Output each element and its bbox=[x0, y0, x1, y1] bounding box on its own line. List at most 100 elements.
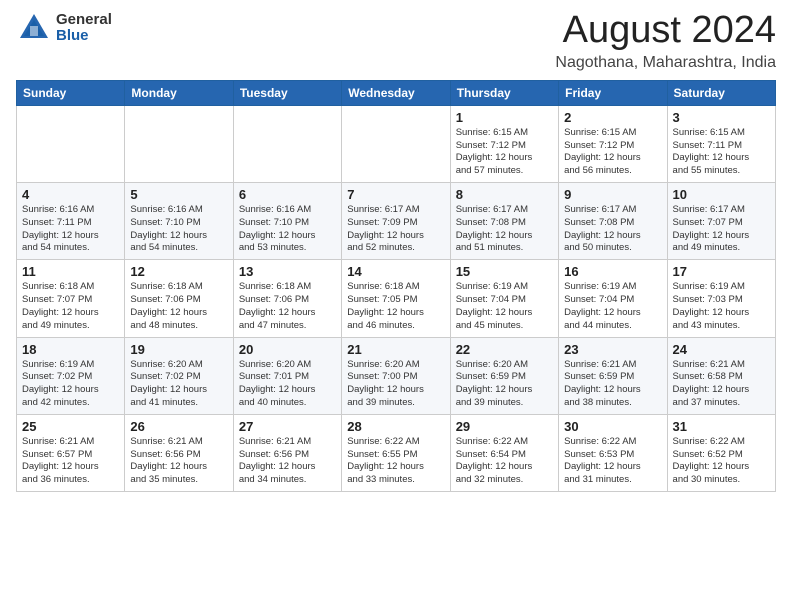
calendar-cell bbox=[17, 105, 125, 182]
calendar-cell: 10 Sunrise: 6:17 AM Sunset: 7:07 PM Dayli… bbox=[667, 183, 775, 260]
day-info: Sunrise: 6:17 AM Sunset: 7:08 PM Dayligh… bbox=[564, 204, 661, 255]
calendar-cell: 8 Sunrise: 6:17 AM Sunset: 7:08 PM Daylig… bbox=[450, 183, 558, 260]
header: General Blue August 2024 Nagothana, Maha… bbox=[16, 10, 776, 72]
day-info: Sunrise: 6:21 AM Sunset: 6:57 PM Dayligh… bbox=[22, 436, 119, 487]
day-number: 22 bbox=[456, 342, 553, 357]
calendar-cell: 30Sunrise: 6:22 AM Sunset: 6:53 PM Dayli… bbox=[559, 414, 667, 491]
day-info: Sunrise: 6:15 AM Sunset: 7:12 PM Dayligh… bbox=[456, 127, 553, 178]
weekday-header-wednesday: Wednesday bbox=[342, 80, 450, 105]
calendar-cell: 18 Sunrise: 6:19 AM Sunset: 7:02 PM Dayli… bbox=[17, 337, 125, 414]
calendar-cell: 22 Sunrise: 6:20 AM Sunset: 6:59 PM Dayli… bbox=[450, 337, 558, 414]
day-number: 28 bbox=[347, 419, 444, 434]
day-info: Sunrise: 6:20 AM Sunset: 6:59 PM Dayligh… bbox=[456, 359, 553, 410]
weekday-header-sunday: Sunday bbox=[17, 80, 125, 105]
weekday-header-row: SundayMondayTuesdayWednesdayThursdayFrid… bbox=[17, 80, 776, 105]
calendar-cell: 4Sunrise: 6:16 AM Sunset: 7:11 PM Daylig… bbox=[17, 183, 125, 260]
day-number: 10 bbox=[673, 187, 770, 202]
weekday-header-monday: Monday bbox=[125, 80, 233, 105]
day-number: 2 bbox=[564, 110, 661, 125]
calendar-cell bbox=[233, 105, 341, 182]
calendar-cell: 14 Sunrise: 6:18 AM Sunset: 7:05 PM Dayli… bbox=[342, 260, 450, 337]
calendar-cell: 29Sunrise: 6:22 AM Sunset: 6:54 PM Dayli… bbox=[450, 414, 558, 491]
calendar-cell: 19Sunrise: 6:20 AM Sunset: 7:02 PM Dayli… bbox=[125, 337, 233, 414]
day-info: Sunrise: 6:21 AM Sunset: 6:56 PM Dayligh… bbox=[130, 436, 227, 487]
calendar-cell: 7Sunrise: 6:17 AM Sunset: 7:09 PM Daylig… bbox=[342, 183, 450, 260]
day-info: Sunrise: 6:18 AM Sunset: 7:06 PM Dayligh… bbox=[239, 281, 336, 332]
day-info: Sunrise: 6:21 AM Sunset: 6:59 PM Dayligh… bbox=[564, 359, 661, 410]
day-number: 11 bbox=[22, 264, 119, 279]
day-number: 13 bbox=[239, 264, 336, 279]
day-info: Sunrise: 6:19 AM Sunset: 7:04 PM Dayligh… bbox=[564, 281, 661, 332]
day-number: 16 bbox=[564, 264, 661, 279]
day-info: Sunrise: 6:17 AM Sunset: 7:07 PM Dayligh… bbox=[673, 204, 770, 255]
day-number: 18 bbox=[22, 342, 119, 357]
day-number: 26 bbox=[130, 419, 227, 434]
day-info: Sunrise: 6:18 AM Sunset: 7:07 PM Dayligh… bbox=[22, 281, 119, 332]
day-number: 15 bbox=[456, 264, 553, 279]
calendar-cell: 12 Sunrise: 6:18 AM Sunset: 7:06 PM Dayli… bbox=[125, 260, 233, 337]
day-number: 20 bbox=[239, 342, 336, 357]
day-info: Sunrise: 6:15 AM Sunset: 7:12 PM Dayligh… bbox=[564, 127, 661, 178]
day-info: Sunrise: 6:18 AM Sunset: 7:06 PM Dayligh… bbox=[130, 281, 227, 332]
logo-general-text: General bbox=[56, 12, 112, 29]
title-block: August 2024 Nagothana, Maharashtra, Indi… bbox=[555, 10, 776, 72]
logo-icon bbox=[16, 10, 52, 46]
calendar-cell: 3 Sunrise: 6:15 AM Sunset: 7:11 PM Daylig… bbox=[667, 105, 775, 182]
day-info: Sunrise: 6:18 AM Sunset: 7:05 PM Dayligh… bbox=[347, 281, 444, 332]
day-number: 3 bbox=[673, 110, 770, 125]
page: General Blue August 2024 Nagothana, Maha… bbox=[0, 0, 792, 612]
calendar-cell: 9 Sunrise: 6:17 AM Sunset: 7:08 PM Daylig… bbox=[559, 183, 667, 260]
subtitle: Nagothana, Maharashtra, India bbox=[555, 54, 776, 72]
week-row-4: 18 Sunrise: 6:19 AM Sunset: 7:02 PM Dayli… bbox=[17, 337, 776, 414]
calendar-cell: 23Sunrise: 6:21 AM Sunset: 6:59 PM Dayli… bbox=[559, 337, 667, 414]
day-info: Sunrise: 6:22 AM Sunset: 6:53 PM Dayligh… bbox=[564, 436, 661, 487]
day-number: 27 bbox=[239, 419, 336, 434]
day-number: 31 bbox=[673, 419, 770, 434]
day-number: 21 bbox=[347, 342, 444, 357]
logo-text: General Blue bbox=[56, 12, 112, 45]
day-info: Sunrise: 6:21 AM Sunset: 6:58 PM Dayligh… bbox=[673, 359, 770, 410]
day-number: 1 bbox=[456, 110, 553, 125]
calendar-cell: 16 Sunrise: 6:19 AM Sunset: 7:04 PM Dayli… bbox=[559, 260, 667, 337]
day-number: 9 bbox=[564, 187, 661, 202]
day-number: 17 bbox=[673, 264, 770, 279]
weekday-header-saturday: Saturday bbox=[667, 80, 775, 105]
week-row-5: 25 Sunrise: 6:21 AM Sunset: 6:57 PM Dayli… bbox=[17, 414, 776, 491]
calendar-cell: 21Sunrise: 6:20 AM Sunset: 7:00 PM Dayli… bbox=[342, 337, 450, 414]
day-info: Sunrise: 6:19 AM Sunset: 7:03 PM Dayligh… bbox=[673, 281, 770, 332]
day-number: 14 bbox=[347, 264, 444, 279]
calendar-cell bbox=[342, 105, 450, 182]
day-number: 8 bbox=[456, 187, 553, 202]
logo-blue-text: Blue bbox=[56, 28, 112, 45]
calendar-table: SundayMondayTuesdayWednesdayThursdayFrid… bbox=[16, 80, 776, 492]
day-number: 25 bbox=[22, 419, 119, 434]
day-info: Sunrise: 6:22 AM Sunset: 6:54 PM Dayligh… bbox=[456, 436, 553, 487]
day-number: 12 bbox=[130, 264, 227, 279]
weekday-header-thursday: Thursday bbox=[450, 80, 558, 105]
day-info: Sunrise: 6:19 AM Sunset: 7:02 PM Dayligh… bbox=[22, 359, 119, 410]
day-info: Sunrise: 6:20 AM Sunset: 7:02 PM Dayligh… bbox=[130, 359, 227, 410]
day-info: Sunrise: 6:20 AM Sunset: 7:01 PM Dayligh… bbox=[239, 359, 336, 410]
calendar-cell: 27 Sunrise: 6:21 AM Sunset: 6:56 PM Dayli… bbox=[233, 414, 341, 491]
day-info: Sunrise: 6:17 AM Sunset: 7:08 PM Dayligh… bbox=[456, 204, 553, 255]
calendar-cell: 25 Sunrise: 6:21 AM Sunset: 6:57 PM Dayli… bbox=[17, 414, 125, 491]
calendar-cell: 1 Sunrise: 6:15 AM Sunset: 7:12 PM Daylig… bbox=[450, 105, 558, 182]
day-number: 5 bbox=[130, 187, 227, 202]
calendar-cell: 5Sunrise: 6:16 AM Sunset: 7:10 PM Daylig… bbox=[125, 183, 233, 260]
day-info: Sunrise: 6:16 AM Sunset: 7:10 PM Dayligh… bbox=[239, 204, 336, 255]
day-number: 24 bbox=[673, 342, 770, 357]
main-title: August 2024 bbox=[555, 10, 776, 52]
calendar-cell: 15Sunrise: 6:19 AM Sunset: 7:04 PM Dayli… bbox=[450, 260, 558, 337]
calendar-cell: 20 Sunrise: 6:20 AM Sunset: 7:01 PM Dayli… bbox=[233, 337, 341, 414]
calendar-cell: 6Sunrise: 6:16 AM Sunset: 7:10 PM Daylig… bbox=[233, 183, 341, 260]
week-row-1: 1 Sunrise: 6:15 AM Sunset: 7:12 PM Daylig… bbox=[17, 105, 776, 182]
weekday-header-tuesday: Tuesday bbox=[233, 80, 341, 105]
day-info: Sunrise: 6:22 AM Sunset: 6:52 PM Dayligh… bbox=[673, 436, 770, 487]
calendar-cell bbox=[125, 105, 233, 182]
calendar-cell: 11 Sunrise: 6:18 AM Sunset: 7:07 PM Dayli… bbox=[17, 260, 125, 337]
calendar-cell: 2 Sunrise: 6:15 AM Sunset: 7:12 PM Daylig… bbox=[559, 105, 667, 182]
day-info: Sunrise: 6:16 AM Sunset: 7:11 PM Dayligh… bbox=[22, 204, 119, 255]
day-info: Sunrise: 6:15 AM Sunset: 7:11 PM Dayligh… bbox=[673, 127, 770, 178]
day-info: Sunrise: 6:21 AM Sunset: 6:56 PM Dayligh… bbox=[239, 436, 336, 487]
day-number: 7 bbox=[347, 187, 444, 202]
